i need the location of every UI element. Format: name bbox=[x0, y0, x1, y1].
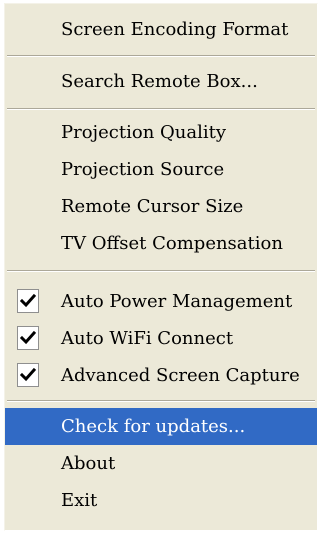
context-menu: Screen Encoding Format Search Remote Box… bbox=[4, 3, 318, 531]
check-icon bbox=[17, 326, 39, 350]
menu-item-exit[interactable]: Exit bbox=[5, 482, 317, 519]
menu-item-projection-quality[interactable]: Projection Quality bbox=[5, 114, 317, 151]
menu-separator bbox=[7, 400, 315, 402]
menu-item-label: Exit bbox=[61, 490, 98, 511]
menu-item-label: Screen Encoding Format bbox=[61, 19, 289, 40]
menu-item-label: Auto Power Management bbox=[61, 291, 293, 312]
menu-item-label: Projection Quality bbox=[61, 122, 227, 143]
menu-item-label: Projection Source bbox=[61, 159, 225, 180]
menu-item-auto-power-management[interactable]: Auto Power Management bbox=[5, 283, 317, 320]
menu-item-label: Remote Cursor Size bbox=[61, 196, 244, 217]
menu-item-label: Advanced Screen Capture bbox=[61, 365, 300, 386]
menu-item-remote-cursor-size[interactable]: Remote Cursor Size bbox=[5, 188, 317, 225]
check-icon bbox=[17, 289, 39, 313]
menu-item-search-remote-box[interactable]: Search Remote Box... bbox=[5, 63, 317, 100]
menu-item-label: TV Offset Compensation bbox=[61, 233, 283, 254]
menu-item-tv-offset-compensation[interactable]: TV Offset Compensation bbox=[5, 225, 317, 262]
menu-item-label: About bbox=[61, 453, 116, 474]
menu-separator bbox=[7, 108, 315, 110]
menu-item-auto-wifi-connect[interactable]: Auto WiFi Connect bbox=[5, 320, 317, 357]
menu-separator bbox=[7, 270, 315, 272]
menu-item-screen-encoding-format[interactable]: Screen Encoding Format bbox=[5, 11, 317, 48]
menu-separator bbox=[7, 55, 315, 57]
check-icon bbox=[17, 363, 39, 387]
menu-item-projection-source[interactable]: Projection Source bbox=[5, 151, 317, 188]
menu-item-label: Check for updates... bbox=[61, 416, 246, 437]
menu-item-check-for-updates[interactable]: Check for updates... bbox=[5, 408, 317, 445]
menu-item-label: Search Remote Box... bbox=[61, 71, 258, 92]
menu-item-label: Auto WiFi Connect bbox=[61, 328, 234, 349]
menu-item-advanced-screen-capture[interactable]: Advanced Screen Capture bbox=[5, 357, 317, 394]
menu-item-about[interactable]: About bbox=[5, 445, 317, 482]
